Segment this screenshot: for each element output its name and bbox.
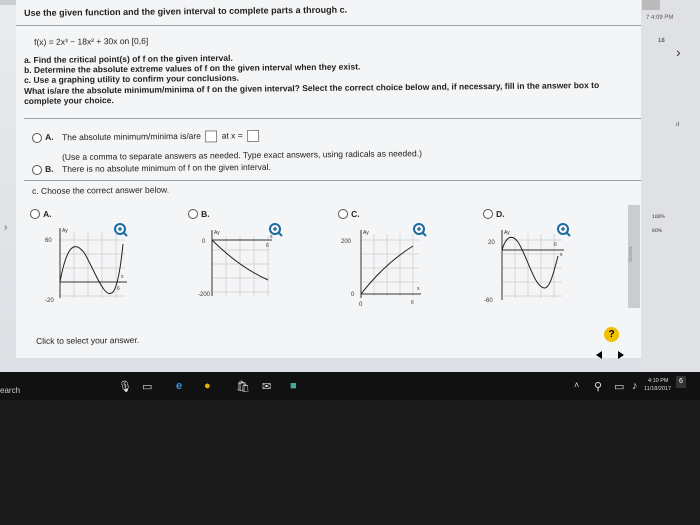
graph-d-top-label: 20 xyxy=(488,240,495,246)
graph-d-x-label: x xyxy=(560,252,563,258)
notification-badge[interactable]: 6 xyxy=(676,376,686,388)
choice-a-label: The absolute minimum/minima is/are at x … xyxy=(62,129,261,144)
graph-grid xyxy=(501,234,562,298)
search-text[interactable]: earch xyxy=(0,386,20,395)
choice-a-at: at x = xyxy=(221,130,243,141)
graph-d-letter: D. xyxy=(496,208,505,219)
edge-icon[interactable]: e xyxy=(176,380,182,392)
graph-d-bottom-label: -60 xyxy=(484,298,493,304)
graph-a[interactable]: 60 -20 Ay x 6 xyxy=(45,224,135,304)
choice-b-radio[interactable] xyxy=(32,165,42,175)
store-icon[interactable]: 🛍 xyxy=(236,380,250,393)
clock-time: 4:10 PM xyxy=(648,378,669,384)
graph-b[interactable]: 0 -200 Ay x 6 xyxy=(198,226,278,302)
sidebar-pct1: 100% xyxy=(652,213,665,220)
graph-d-y-label: Ay xyxy=(504,230,510,236)
graph-a-radio[interactable] xyxy=(30,209,40,219)
help-button[interactable]: ? xyxy=(604,327,619,342)
choice-a-radio[interactable] xyxy=(32,133,42,143)
sidebar-pct2: 80% xyxy=(652,227,663,234)
mail-icon[interactable]: ✉ xyxy=(262,380,271,393)
choice-a-text: The absolute minimum/minima is/are xyxy=(62,130,201,143)
graph-b-top-label: 0 xyxy=(202,239,206,245)
signal-icon: ıl xyxy=(676,121,680,128)
graph-c[interactable]: 200 0 0 Ay x 6 xyxy=(339,226,429,308)
gear-icon[interactable] xyxy=(642,0,660,10)
graph-c-x-label: x xyxy=(417,286,420,292)
click-prompt: Click to select your answer. xyxy=(36,334,140,346)
graph-d-radio[interactable] xyxy=(483,209,493,219)
graph-c-letter: C. xyxy=(351,208,360,219)
minimum-value-input[interactable] xyxy=(205,130,218,143)
graph-b-bottom-label: -200 xyxy=(198,292,211,298)
network-icon[interactable]: ⚲ xyxy=(594,380,602,393)
graph-b-radio[interactable] xyxy=(188,209,198,219)
choice-b-letter: B. xyxy=(45,163,54,174)
divider xyxy=(24,118,641,119)
sidebar-time: 7 4:09 PM xyxy=(646,14,674,21)
graph-b-y-label: Ay xyxy=(214,230,220,236)
graph-b-letter: B. xyxy=(201,208,210,219)
question-text-2: complete your choice. xyxy=(24,95,114,106)
divider xyxy=(24,180,641,181)
chrome-icon[interactable]: ● xyxy=(204,380,211,392)
part-c-prompt: c. Choose the correct answer below. xyxy=(32,184,170,196)
prev-arrow-icon[interactable] xyxy=(596,351,602,359)
graph-grid xyxy=(360,234,419,296)
screen: Use the given function and the given int… xyxy=(0,0,700,372)
scores-label: Scores xyxy=(628,246,634,262)
graph-a-x-label: x xyxy=(121,274,124,280)
graph-c-radio[interactable] xyxy=(338,209,348,219)
volume-icon[interactable]: ♪ xyxy=(632,380,638,392)
graph-c-y-label: Ay xyxy=(363,230,369,236)
pager xyxy=(596,351,624,359)
graph-a-x-tick: 6 xyxy=(117,286,120,292)
graph-a-top-label: 60 xyxy=(45,238,52,244)
graph-c-x-tick: 6 xyxy=(411,300,414,306)
graph-a-y-label: Ay xyxy=(62,228,68,234)
graph-c-bottom-label: 0 xyxy=(351,292,355,298)
graph-grid xyxy=(211,236,270,296)
graph-b-x-tick: 6 xyxy=(266,243,269,249)
graph-b-x-label: x xyxy=(270,234,273,240)
right-sidebar xyxy=(641,0,700,372)
sidebar-number: 18 xyxy=(658,37,665,44)
app-icon[interactable]: ■ xyxy=(290,380,297,392)
graph-c-x0: 0 xyxy=(359,302,363,308)
battery-icon[interactable]: ▭ xyxy=(614,380,624,393)
choice-a-letter: A. xyxy=(45,131,54,142)
graph-d[interactable]: 20 -60 Ay x 6 xyxy=(484,226,569,304)
left-arrow-icon[interactable]: › xyxy=(4,222,7,233)
clock-date: 11/18/2017 xyxy=(644,386,672,392)
next-chevron-icon[interactable]: › xyxy=(676,44,681,60)
graph-a-letter: A. xyxy=(43,208,52,219)
tray-arrow-icon[interactable]: ˄ xyxy=(574,380,579,390)
graph-d-x-tick: 6 xyxy=(554,242,557,248)
task-view-icon[interactable]: ▭ xyxy=(142,380,152,393)
graph-a-bottom-label: -20 xyxy=(45,298,54,304)
graph-c-top-label: 200 xyxy=(341,239,352,245)
x-value-input[interactable] xyxy=(247,129,260,143)
next-arrow-icon[interactable] xyxy=(618,351,624,359)
microphone-icon[interactable]: 🎙 xyxy=(118,380,132,393)
function-text: f(x) = 2x³ − 18x² + 30x on [0,6] xyxy=(34,35,149,47)
divider xyxy=(16,25,641,26)
